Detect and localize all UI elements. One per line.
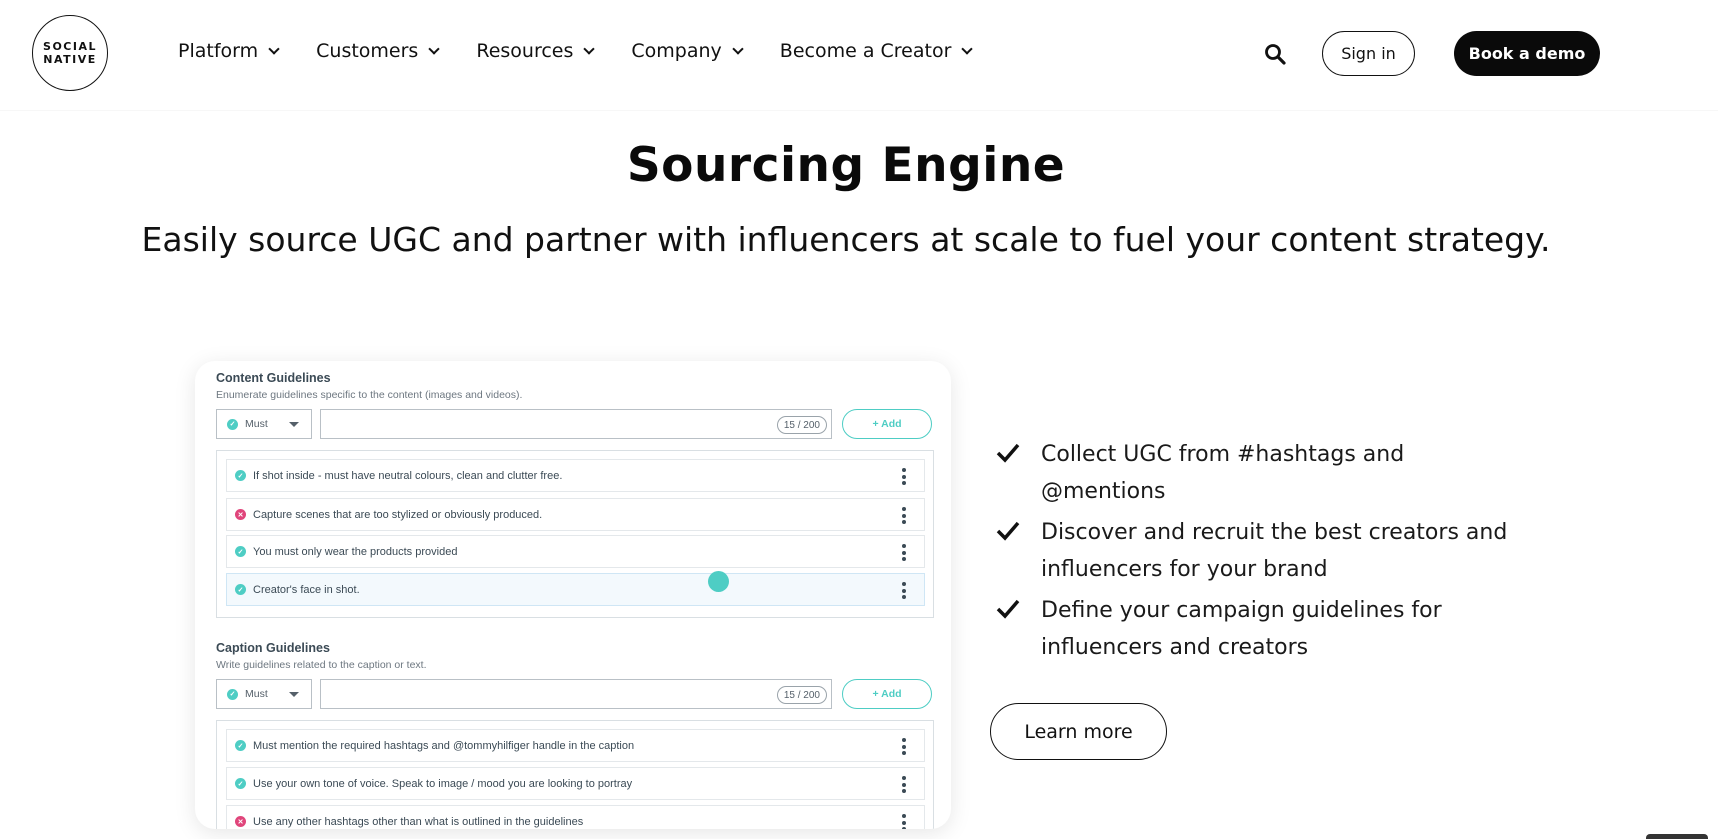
more-options-icon[interactable] <box>902 468 906 485</box>
nav-label: Become a Creator <box>779 40 952 62</box>
cross-circle-icon: ✕ <box>235 509 246 520</box>
more-options-icon[interactable] <box>902 776 906 793</box>
character-counter: 15 / 200 <box>776 416 827 434</box>
check-circle-icon: ✓ <box>235 546 246 557</box>
guideline-text: If shot inside - must have neutral colou… <box>253 469 563 482</box>
more-options-icon[interactable] <box>902 738 906 755</box>
list-item[interactable]: ✕ Capture scenes that are too stylized o… <box>226 498 925 531</box>
page-subtitle: Easily source UGC and partner with influ… <box>141 220 1551 259</box>
list-item[interactable]: ✓ Must mention the required hashtags and… <box>226 729 925 762</box>
chevron-down-icon <box>732 43 744 55</box>
more-options-icon[interactable] <box>902 507 906 524</box>
check-circle-icon: ✓ <box>235 778 246 789</box>
book-demo-button[interactable]: Book a demo <box>1454 31 1600 76</box>
select-value: Must <box>245 418 268 430</box>
nav-company[interactable]: Company <box>631 40 744 62</box>
chevron-down-icon <box>961 43 974 55</box>
learn-more-button[interactable]: Learn more <box>990 703 1167 760</box>
guideline-text: Capture scenes that are too stylized or … <box>253 508 543 521</box>
select-value: Must <box>245 688 268 700</box>
more-options-icon[interactable] <box>902 544 906 561</box>
chat-widget-tab[interactable] <box>1646 834 1708 839</box>
guidelines-app-preview: Content Guidelines Enumerate guidelines … <box>195 361 951 829</box>
nav-label: Resources <box>476 40 574 62</box>
feature-text: Define your campaign guidelines for infl… <box>1041 598 1442 660</box>
nav-platform[interactable]: Platform <box>178 40 280 62</box>
feature-text: Collect UGC from #hashtags and @mentions <box>1041 442 1405 504</box>
feature-list: Collect UGC from #hashtags and @mentions… <box>992 436 1512 670</box>
check-circle-icon: ✓ <box>235 470 246 481</box>
checkmark-icon <box>996 443 1020 463</box>
guideline-text: Use any other hashtags other than what i… <box>253 815 584 828</box>
feature-item: Discover and recruit the best creators a… <box>992 514 1512 588</box>
nav-resources[interactable]: Resources <box>476 40 596 62</box>
check-circle-icon: ✓ <box>227 418 238 430</box>
social-native-logo[interactable]: SOCIAL NATIVE <box>32 15 108 91</box>
content-guidelines-description: Enumerate guidelines specific to the con… <box>216 389 523 401</box>
nav-become-a-creator[interactable]: Become a Creator <box>779 40 974 62</box>
cross-circle-icon: ✕ <box>235 816 246 827</box>
list-item[interactable]: ✕ Use any other hashtags other than what… <box>226 805 925 829</box>
caret-down-icon <box>289 422 299 427</box>
caret-down-icon <box>289 692 299 697</box>
caption-guideline-input-row: ✓ Must 15 / 200 + Add <box>216 679 934 709</box>
feature-item: Collect UGC from #hashtags and @mentions <box>992 436 1512 510</box>
site-header: SOCIAL NATIVE Platform Customers Resourc… <box>0 0 1718 110</box>
guideline-text-input[interactable]: 15 / 200 <box>320 679 832 709</box>
list-item[interactable]: ✓ You must only wear the products provid… <box>226 535 925 568</box>
list-item[interactable]: ✓ Use your own tone of voice. Speak to i… <box>226 767 925 800</box>
logo-line-2: NATIVE <box>43 53 97 66</box>
check-circle-icon: ✓ <box>227 688 238 700</box>
nav-label: Company <box>631 40 722 62</box>
main-nav: Platform Customers Resources Company Bec… <box>178 40 1009 62</box>
check-circle-icon: ✓ <box>235 584 246 595</box>
nav-label: Customers <box>316 40 419 62</box>
must-select[interactable]: ✓ Must <box>216 409 312 439</box>
list-item[interactable]: ✓ Creator's face in shot. <box>226 573 925 606</box>
search-icon[interactable] <box>1264 43 1286 65</box>
add-guideline-button[interactable]: + Add <box>842 409 932 439</box>
content-guidelines-section: Content Guidelines Enumerate guidelines … <box>216 371 934 439</box>
caption-guidelines-title: Caption Guidelines <box>216 641 330 655</box>
content-guideline-input-row: ✓ Must 15 / 200 + Add <box>216 409 934 439</box>
feature-item: Define your campaign guidelines for infl… <box>992 592 1512 666</box>
sign-in-button[interactable]: Sign in <box>1322 31 1415 76</box>
caption-guidelines-list: ✓ Must mention the required hashtags and… <box>216 720 934 829</box>
more-options-icon[interactable] <box>902 814 906 829</box>
checkmark-icon <box>996 599 1020 619</box>
caption-guidelines-section: Caption Guidelines Write guidelines rela… <box>216 641 934 709</box>
guideline-text: Use your own tone of voice. Speak to ima… <box>253 777 633 790</box>
chevron-down-icon <box>268 43 280 55</box>
page-title: Sourcing Engine <box>626 138 1066 193</box>
check-circle-icon: ✓ <box>235 740 246 751</box>
guideline-text: Creator's face in shot. <box>253 583 360 596</box>
feature-text: Discover and recruit the best creators a… <box>1041 520 1508 582</box>
add-guideline-button[interactable]: + Add <box>842 679 932 709</box>
more-options-icon[interactable] <box>902 582 906 599</box>
list-item[interactable]: ✓ If shot inside - must have neutral col… <box>226 459 925 492</box>
guideline-text: Must mention the required hashtags and @… <box>253 739 635 752</box>
checkmark-icon <box>996 521 1020 541</box>
character-counter: 15 / 200 <box>776 686 827 704</box>
must-select[interactable]: ✓ Must <box>216 679 312 709</box>
content-guidelines-title: Content Guidelines <box>216 371 331 385</box>
nav-customers[interactable]: Customers <box>316 40 441 62</box>
caption-guidelines-description: Write guidelines related to the caption … <box>216 659 427 671</box>
logo-line-1: SOCIAL <box>43 40 97 53</box>
guideline-text-input[interactable]: 15 / 200 <box>320 409 832 439</box>
chevron-down-icon <box>428 43 441 55</box>
nav-label: Platform <box>178 40 259 62</box>
cursor-indicator <box>708 571 729 592</box>
chevron-down-icon <box>583 43 596 55</box>
content-guidelines-list: ✓ If shot inside - must have neutral col… <box>216 450 934 618</box>
guideline-text: You must only wear the products provided <box>253 545 458 558</box>
